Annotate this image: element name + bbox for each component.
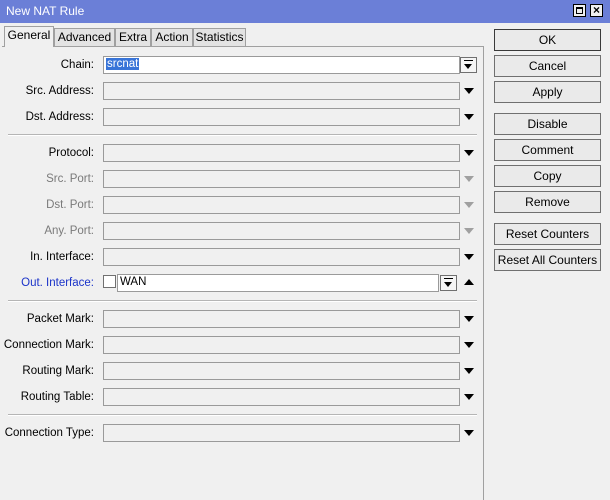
apply-button[interactable]: Apply: [494, 81, 601, 103]
tab-advanced[interactable]: Advanced: [54, 28, 115, 46]
src-port-label: Src. Port:: [46, 173, 94, 185]
routing-table-input[interactable]: [103, 388, 460, 406]
comment-button[interactable]: Comment: [494, 139, 601, 161]
connection-type-input[interactable]: [103, 424, 460, 442]
dst-address-label: Dst. Address:: [25, 111, 94, 123]
remove-button[interactable]: Remove: [494, 191, 601, 213]
dst-port-row: Dst. Port:: [2, 196, 482, 216]
routing-mark-label: Routing Mark:: [22, 365, 94, 377]
src-port-expand-icon: [464, 176, 474, 182]
out-interface-input[interactable]: WAN: [117, 274, 439, 292]
protocol-input[interactable]: [103, 144, 460, 162]
ok-button[interactable]: OK: [494, 29, 601, 51]
any-port-expand-icon: [464, 228, 474, 234]
src-address-input[interactable]: [103, 82, 460, 100]
tab-general[interactable]: General: [4, 26, 54, 47]
src-address-row: Src. Address:: [2, 82, 482, 102]
connection-mark-row: Connection Mark:: [2, 336, 482, 356]
routing-table-expand-icon[interactable]: [464, 394, 474, 400]
general-panel: Chain: srcnat Src. Address: Dst. Address…: [2, 46, 484, 500]
separator: [8, 300, 477, 302]
separator: [8, 134, 477, 136]
dst-port-input: [103, 196, 460, 214]
disable-button[interactable]: Disable: [494, 113, 601, 135]
connection-mark-label: Connection Mark:: [3, 339, 94, 351]
any-port-label: Any. Port:: [44, 225, 94, 237]
window-title: New NAT Rule: [6, 4, 85, 18]
chain-dropdown-button[interactable]: [460, 57, 477, 73]
chain-row: Chain: srcnat: [2, 56, 482, 76]
out-interface-invert-checkbox[interactable]: [103, 275, 116, 288]
src-address-label: Src. Address:: [25, 85, 94, 97]
reset-all-counters-button[interactable]: Reset All Counters: [494, 249, 601, 271]
protocol-row: Protocol:: [2, 144, 482, 164]
chain-label: Chain:: [60, 59, 94, 71]
src-port-row: Src. Port:: [2, 170, 482, 190]
routing-mark-input[interactable]: [103, 362, 460, 380]
src-address-expand-icon[interactable]: [464, 88, 474, 94]
dst-port-expand-icon: [464, 202, 474, 208]
connection-type-expand-icon[interactable]: [464, 430, 474, 436]
dst-address-input[interactable]: [103, 108, 460, 126]
connection-type-label: Connection Type:: [4, 427, 94, 439]
cancel-button[interactable]: Cancel: [494, 55, 601, 77]
protocol-label: Protocol:: [48, 147, 94, 159]
packet-mark-expand-icon[interactable]: [464, 316, 474, 322]
in-interface-row: In. Interface:: [2, 248, 482, 268]
close-icon[interactable]: ×: [590, 4, 603, 17]
packet-mark-label: Packet Mark:: [26, 313, 94, 325]
dst-address-row: Dst. Address:: [2, 108, 482, 128]
dst-port-label: Dst. Port:: [46, 199, 94, 211]
in-interface-expand-icon[interactable]: [464, 254, 474, 260]
tab-extra[interactable]: Extra: [115, 28, 151, 46]
out-interface-row: Out. Interface: WAN: [2, 274, 482, 294]
maximize-icon[interactable]: [573, 4, 586, 17]
chain-input[interactable]: srcnat: [103, 56, 460, 74]
connection-type-row: Connection Type:: [2, 424, 482, 444]
reset-counters-button[interactable]: Reset Counters: [494, 223, 601, 245]
connection-mark-input[interactable]: [103, 336, 460, 354]
copy-button[interactable]: Copy: [494, 165, 601, 187]
tab-statistics[interactable]: Statistics: [193, 28, 246, 46]
separator: [8, 414, 477, 416]
routing-table-label: Routing Table:: [20, 391, 94, 403]
in-interface-input[interactable]: [103, 248, 460, 266]
out-interface-collapse-icon[interactable]: [464, 279, 474, 285]
tab-action[interactable]: Action: [151, 28, 193, 46]
packet-mark-input[interactable]: [103, 310, 460, 328]
src-port-input: [103, 170, 460, 188]
packet-mark-row: Packet Mark:: [2, 310, 482, 330]
connection-mark-expand-icon[interactable]: [464, 342, 474, 348]
any-port-input: [103, 222, 460, 240]
out-interface-label: Out. Interface:: [21, 277, 94, 289]
in-interface-label: In. Interface:: [30, 251, 94, 263]
routing-mark-expand-icon[interactable]: [464, 368, 474, 374]
dst-address-expand-icon[interactable]: [464, 114, 474, 120]
protocol-expand-icon[interactable]: [464, 150, 474, 156]
window-titlebar: New NAT Rule ×: [0, 0, 610, 23]
routing-table-row: Routing Table:: [2, 388, 482, 408]
routing-mark-row: Routing Mark:: [2, 362, 482, 382]
any-port-row: Any. Port:: [2, 222, 482, 242]
out-interface-value: WAN: [120, 276, 147, 288]
out-interface-dropdown-button[interactable]: [440, 275, 457, 291]
chain-value: srcnat: [106, 58, 140, 70]
